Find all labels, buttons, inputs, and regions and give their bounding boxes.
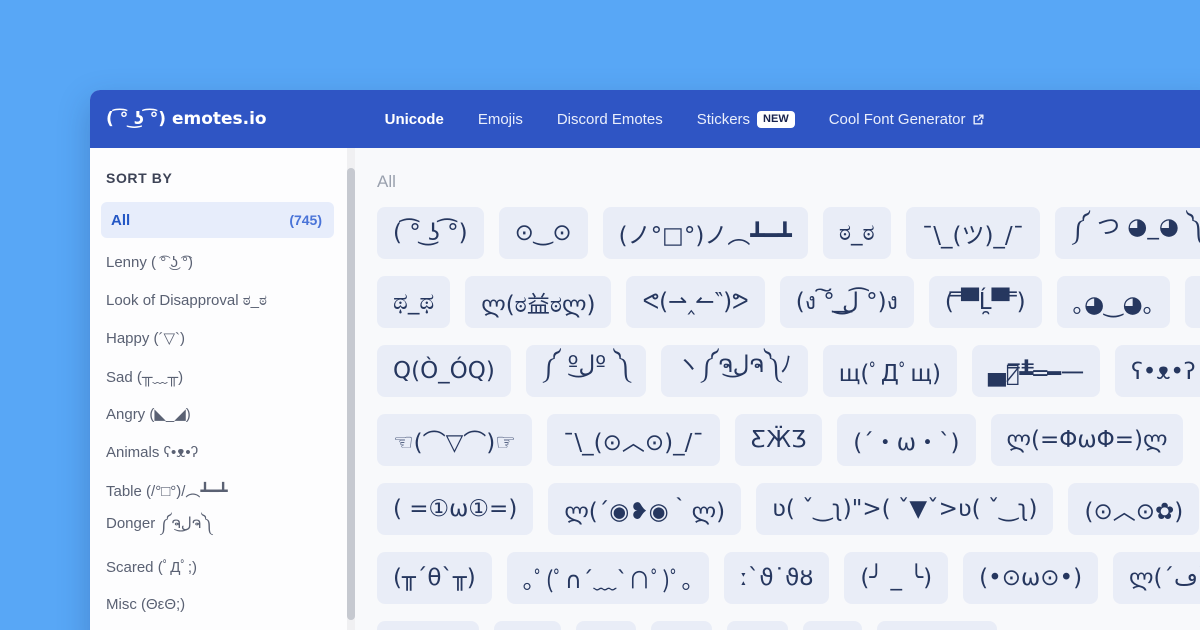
sidebar-item-label: Table (/°□°)/︵┻━┻	[106, 482, 228, 500]
emote-row: ( ͡° ͜ʖ ͡°) ⊙‿⊙ (ノ°□°)ノ︵┻━┻ ಠ_ಠ ¯\_(ツ)_/¯ ༼ つ…	[377, 207, 1200, 259]
emote-row: ☜(⌒▽⌒)☞ ¯\_(⊙︿⊙)_/¯ ƸӜƷ (´・ω・`) ლ(=ΦωΦ=)ლ	[377, 414, 1200, 466]
emote-card[interactable]: (ノ°□°)ノ︵┻━┻	[602, 207, 808, 259]
main-nav: Unicode Emojis Discord Emotes Stickers NEW Co…	[385, 110, 986, 128]
emote-card[interactable]: ( ͡° ͜ʖ ͡°)	[377, 207, 484, 259]
sidebar-item-label: Scared (ﾟДﾟ;)	[106, 558, 198, 576]
emote-card[interactable]	[494, 621, 561, 630]
nav-label: Emojis	[477, 110, 523, 128]
sidebar-item-label: Misc (ΘεΘ;)	[106, 595, 186, 613]
emote-card[interactable]: ( ͡ᵔ ͜ʖ ͡ᵔ )	[1185, 276, 1200, 328]
emote-card[interactable]: ಠ_ಠ	[822, 207, 891, 259]
category-heading: All	[377, 172, 396, 191]
external-link-icon	[972, 113, 985, 126]
nav-unicode[interactable]: Unicode	[385, 111, 444, 128]
nav-label: Stickers	[696, 110, 751, 128]
new-badge: NEW	[757, 110, 795, 128]
emote-card[interactable]: ლ(´◉❥◉｀ლ)	[548, 483, 742, 535]
nav-emojis[interactable]: Emojis	[478, 111, 523, 128]
sidebar-item-label: Angry (◣_◢)	[106, 406, 191, 423]
emote-card[interactable]: ( =①ω①=)	[377, 483, 534, 535]
sidebar-item-label: Happy (´▽`)	[106, 330, 186, 347]
sidebar-item-angry[interactable]: Angry (◣_◢)	[101, 395, 334, 433]
sidebar-list: All (745) Lenny ( ͡° ͜ʖ ͡°) Look of Disappr…	[101, 202, 334, 623]
sidebar-item-label: Animals ʕ•ᴥ•ʔ	[106, 443, 199, 461]
sidebar-item-all[interactable]: All (745)	[101, 202, 334, 238]
sidebar-item-lenny[interactable]: Lenny ( ͡° ͜ʖ ͡°)	[101, 243, 334, 281]
sidebar-item-count: (745)	[289, 212, 322, 228]
sidebar-item-sad[interactable]: Sad (╥﹏╥)	[101, 357, 334, 395]
emote-card[interactable]: ʋ( ˇ‿ʅ)">( ˇ▼ˇ>ʋ( ˇ‿ʅ)	[756, 483, 1054, 535]
sidebar-item-label: Sad (╥﹏╥)	[106, 368, 184, 386]
site-logo[interactable]: ( ͡° ͜ʖ ͡°) emotes.io	[106, 109, 267, 129]
sidebar-item-animals[interactable]: Animals ʕ•ᴥ•ʔ	[101, 433, 334, 471]
emote-card[interactable]: ☜(⌒▽⌒)☞	[377, 414, 532, 466]
emote-card[interactable]: ▄︻̷̿┻̿═━一	[972, 345, 1101, 397]
sidebar-item-label: Look of Disapproval ಠ_ಠ	[106, 291, 267, 309]
emote-row: ಥ_ಥ ლ(ಠ益ಠლ) ᕙ(⇀‸↼‶)ᕗ (ง ͠° ͟ل͜ ͡°)ง ( ̿▀̿Ĺ̯▀…	[377, 276, 1200, 328]
emote-card[interactable]: ( ̿▀̿Ĺ̯▀̿ ̿)	[928, 276, 1042, 328]
sidebar-item-happy[interactable]: Happy (´▽`)	[101, 319, 334, 357]
nav-label: Unicode	[384, 110, 444, 128]
emote-card[interactable]: ლ(=ΦωΦ=)ლ	[990, 414, 1184, 466]
emote-card[interactable]: ლ(ಠ益ಠლ)	[465, 276, 612, 328]
emote-row: ( =①ω①=) ლ(´◉❥◉｀ლ) ʋ( ˇ‿ʅ)">( ˇ▼ˇ>ʋ( ˇ‿ʅ) (…	[377, 483, 1200, 535]
sidebar-item-look-of-disapproval[interactable]: Look of Disapproval ಠ_ಠ	[101, 281, 334, 319]
sidebar-item-table[interactable]: Table (/°□°)/︵┻━┻	[101, 471, 334, 509]
app-window: ( ͡° ͜ʖ ͡°) emotes.io Unicode Emojis Disco…	[90, 90, 1200, 630]
emote-card[interactable]	[727, 621, 788, 630]
emote-card[interactable]: ¯\_(⊙︿⊙)_/¯	[546, 414, 720, 466]
emote-card[interactable]: ᕙ(⇀‸↼‶)ᕗ	[626, 276, 765, 328]
emote-row: Q(Ò_ÓQ) ༼ ºل͜º ༽ ヽ༼ຈل͜ຈ༽ﾉ щ(ﾟДﾟщ) ▄︻̷̿┻̿═━一 ʕ…	[377, 345, 1200, 397]
emote-card[interactable]: ಥ_ಥ	[377, 276, 451, 328]
sidebar: SORT BY All (745) Lenny ( ͡° ͜ʖ ͡°) Look of…	[90, 148, 347, 630]
sort-by-title: SORT BY	[106, 170, 173, 186]
nav-cool-font-generator[interactable]: Cool Font Generator	[829, 111, 986, 128]
nav-label: Cool Font Generator	[828, 110, 966, 128]
emote-card[interactable]: ¯\_(ツ)_/¯	[905, 207, 1041, 259]
emote-card[interactable]: (´・ω・`)	[837, 414, 976, 466]
emote-card[interactable]: ｡ﾟ(ﾟ∩´﹏`∩ﾟ)ﾟ｡	[506, 552, 710, 604]
sidebar-item-scared[interactable]: Scared (ﾟДﾟ;)	[101, 547, 334, 585]
emote-card[interactable]: ლ(´ڡ`ლ)	[1113, 552, 1200, 604]
emote-card[interactable]: ː`ϑ˙ϑȣ	[724, 552, 830, 604]
emote-card[interactable]: Q(Ò_ÓQ)	[377, 345, 511, 397]
sidebar-item-label: Lenny ( ͡° ͜ʖ ͡°)	[106, 253, 194, 271]
emote-card[interactable]	[377, 621, 479, 630]
emote-row: (╥´θ`╥) ｡ﾟ(ﾟ∩´﹏`∩ﾟ)ﾟ｡ ː`ϑ˙ϑȣ (╯ _ ╰) (•⊙ω⊙•)…	[377, 552, 1200, 604]
emote-card[interactable]: щ(ﾟДﾟщ)	[822, 345, 958, 397]
sidebar-item-donger[interactable]: Donger ༼ຈل͜ຈ༽	[101, 509, 334, 547]
sidebar-item-label: Donger ༼ຈل͜ຈ༽	[106, 515, 212, 532]
emote-card[interactable]: (ง ͠° ͟ل͜ ͡°)ง	[779, 276, 914, 328]
emote-row-partial	[377, 621, 1200, 630]
emote-card[interactable]: (╯ _ ╰)	[844, 552, 949, 604]
emote-list-panel: All ( ͡° ͜ʖ ͡°) ⊙‿⊙ (ノ°□°)ノ︵┻━┻ ಠ_ಠ ¯\_(ツ)_/…	[355, 148, 1200, 630]
emote-card[interactable]: ༼ つ ◕_◕ ༽つ	[1055, 207, 1200, 259]
page: { "colors": { "page_background": "#58a7f…	[0, 0, 1200, 630]
sidebar-scrollbar-thumb[interactable]	[347, 168, 355, 620]
sidebar-scrollbar-track[interactable]	[347, 148, 355, 630]
emote-card[interactable]: (⊙︿⊙✿)	[1068, 483, 1200, 535]
emote-card[interactable]	[576, 621, 636, 630]
emote-card[interactable]	[651, 621, 712, 630]
emote-grid: ( ͡° ͜ʖ ͡°) ⊙‿⊙ (ノ°□°)ノ︵┻━┻ ಠ_ಠ ¯\_(ツ)_/¯ ༼ つ…	[377, 207, 1200, 630]
sidebar-item-label: All	[111, 211, 131, 229]
top-navbar: ( ͡° ͜ʖ ͡°) emotes.io Unicode Emojis Disco…	[90, 90, 1200, 148]
content-area: SORT BY All (745) Lenny ( ͡° ͜ʖ ͡°) Look of…	[90, 148, 1200, 630]
nav-discord-emotes[interactable]: Discord Emotes	[557, 111, 663, 128]
emote-card[interactable]: (•⊙ω⊙•)	[963, 552, 1099, 604]
emote-card[interactable]: ヽ༼ຈل͜ຈ༽ﾉ	[660, 345, 808, 397]
nav-stickers[interactable]: Stickers NEW	[696, 110, 795, 128]
emote-card[interactable]	[803, 621, 862, 630]
emote-card[interactable]	[877, 621, 997, 630]
sidebar-item-misc[interactable]: Misc (ΘεΘ;)	[101, 585, 334, 623]
nav-label: Discord Emotes	[556, 110, 663, 128]
emote-card[interactable]: ƸӜƷ	[734, 414, 823, 466]
emote-card[interactable]: ʕ•ᴥ•ʔ	[1115, 345, 1200, 397]
emote-card[interactable]: ｡◕‿◕｡	[1056, 276, 1171, 328]
emote-card[interactable]: ⊙‿⊙	[498, 207, 588, 259]
emote-card[interactable]: ༼ ºل͜º ༽	[525, 345, 646, 397]
emote-card[interactable]: (╥´θ`╥)	[377, 552, 492, 604]
